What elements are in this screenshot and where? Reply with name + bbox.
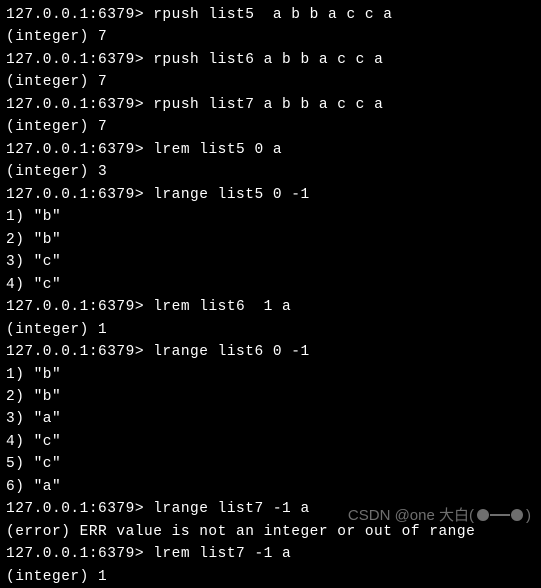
terminal-command-line: 127.0.0.1:6379> rpush list6 a b b a c c … [6, 49, 535, 71]
terminal-command-text: rpush list7 a b b a c c a [153, 97, 383, 113]
terminal-output-text: 2) "b" [6, 389, 61, 405]
terminal-output-text: (integer) 1 [6, 322, 107, 338]
terminal-output-line: (integer) 7 [6, 71, 535, 93]
terminal-output-line: (integer) 3 [6, 161, 535, 183]
terminal-output-text: 5) "c" [6, 456, 61, 472]
terminal-output-line: 4) "c" [6, 431, 535, 453]
terminal-command-line: 127.0.0.1:6379> lrange list5 0 -1 [6, 184, 535, 206]
terminal-command-line: 127.0.0.1:6379> rpush list5 a b b a c c … [6, 4, 535, 26]
terminal-command-text: rpush list5 a b b a c c a [153, 7, 392, 23]
terminal-command-text: lrem list5 0 a [153, 142, 282, 158]
terminal-command-line: 127.0.0.1:6379> lrange list6 0 -1 [6, 341, 535, 363]
terminal-output-text: (integer) 1 [6, 569, 107, 585]
terminal-command-text: lrange list6 0 -1 [153, 344, 309, 360]
terminal-output-area[interactable]: 127.0.0.1:6379> rpush list5 a b b a c c … [6, 4, 535, 588]
watermark-slider-icon [477, 509, 523, 521]
terminal-prompt: 127.0.0.1:6379> [6, 97, 153, 113]
terminal-prompt: 127.0.0.1:6379> [6, 501, 153, 517]
terminal-command-line: 127.0.0.1:6379> lrem list6 1 a [6, 296, 535, 318]
terminal-output-line: 1) "b" [6, 364, 535, 386]
terminal-output-text: (integer) 3 [6, 164, 107, 180]
terminal-command-text: lrange list5 0 -1 [153, 187, 309, 203]
terminal-output-line: 5) "c" [6, 453, 535, 475]
terminal-command-line: 127.0.0.1:6379> rpush list7 a b b a c c … [6, 94, 535, 116]
terminal-output-text: 3) "c" [6, 254, 61, 270]
terminal-output-text: 6) "a" [6, 479, 61, 495]
terminal-command-line: 127.0.0.1:6379> lrem list7 -1 a [6, 543, 535, 565]
terminal-output-line: (integer) 7 [6, 26, 535, 48]
terminal-command-text: lrange list7 -1 a [153, 501, 309, 517]
terminal-output-text: 4) "c" [6, 434, 61, 450]
terminal-output-line: (integer) 1 [6, 566, 535, 588]
terminal-output-line: 2) "b" [6, 386, 535, 408]
terminal-prompt: 127.0.0.1:6379> [6, 344, 153, 360]
terminal-prompt: 127.0.0.1:6379> [6, 7, 153, 23]
terminal-output-text: 3) "a" [6, 411, 61, 427]
terminal-command-text: lrem list6 1 a [153, 299, 291, 315]
terminal-output-line: 2) "b" [6, 229, 535, 251]
terminal-output-text: 4) "c" [6, 277, 61, 293]
terminal-output-text: 1) "b" [6, 209, 61, 225]
terminal-output-text: (integer) 7 [6, 29, 107, 45]
terminal-output-text: (integer) 7 [6, 74, 107, 90]
terminal-output-line: 1) "b" [6, 206, 535, 228]
terminal-output-text: (integer) 7 [6, 119, 107, 135]
terminal-prompt: 127.0.0.1:6379> [6, 299, 153, 315]
terminal-command-text: rpush list6 a b b a c c a [153, 52, 383, 68]
terminal-output-line: 3) "a" [6, 408, 535, 430]
watermark-text: CSDN @one 大白( [348, 504, 474, 527]
watermark: CSDN @one 大白( ) [348, 504, 531, 527]
terminal-output-line: 4) "c" [6, 274, 535, 296]
terminal-output-line: 3) "c" [6, 251, 535, 273]
terminal-output-text: 2) "b" [6, 232, 61, 248]
terminal-output-line: 6) "a" [6, 476, 535, 498]
terminal-command-line: 127.0.0.1:6379> lrem list5 0 a [6, 139, 535, 161]
terminal-output-text: 1) "b" [6, 367, 61, 383]
terminal-prompt: 127.0.0.1:6379> [6, 142, 153, 158]
terminal-output-line: (integer) 1 [6, 319, 535, 341]
terminal-output-line: (integer) 7 [6, 116, 535, 138]
terminal-prompt: 127.0.0.1:6379> [6, 187, 153, 203]
terminal-prompt: 127.0.0.1:6379> [6, 52, 153, 68]
